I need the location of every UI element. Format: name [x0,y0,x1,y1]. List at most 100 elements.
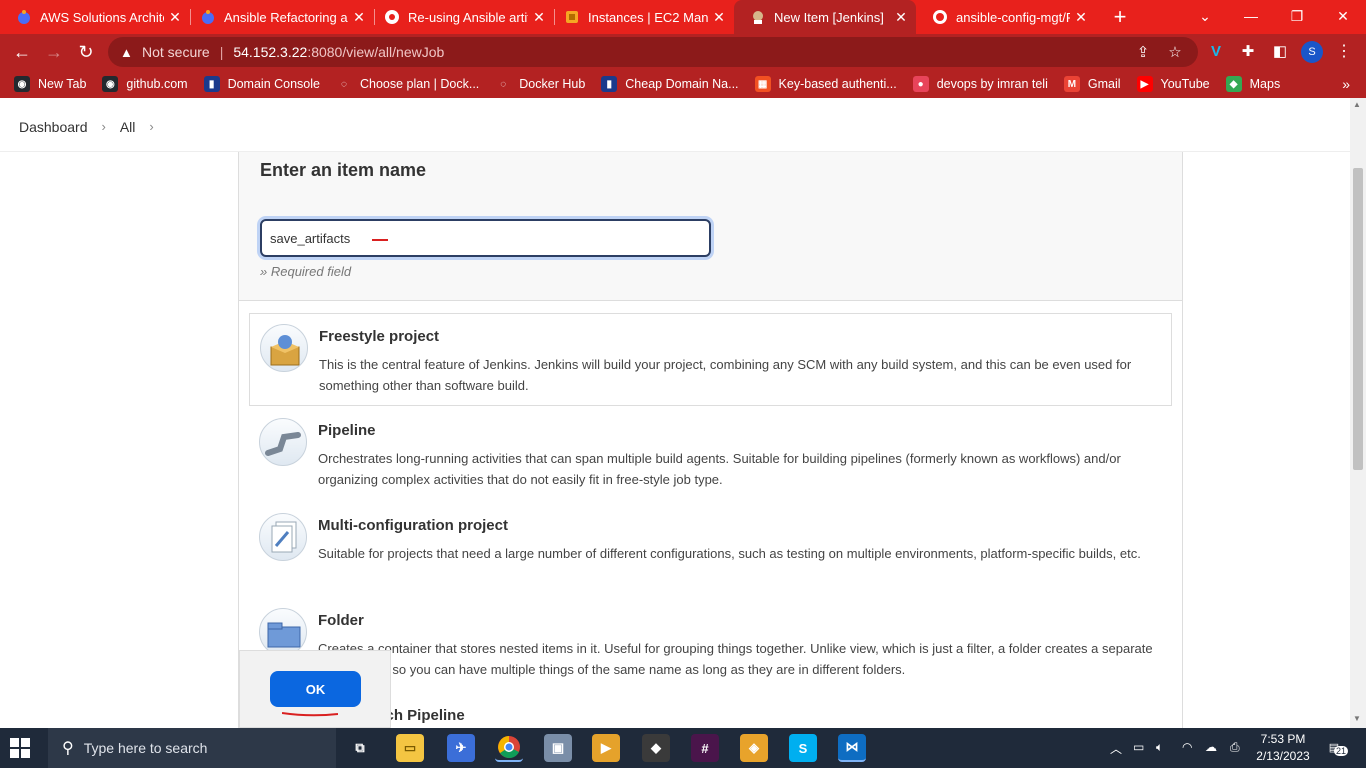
bookmark-item[interactable]: M Gmail [1063,76,1121,92]
folder-icon [259,608,307,656]
github-favicon-icon [932,9,948,25]
vimeo-extension-icon[interactable]: V [1205,41,1227,63]
bookmark-item[interactable]: ◌ Choose plan | Dock... [336,76,479,92]
app-icon[interactable]: ✈ [447,734,475,762]
bookmark-favicon-icon: ▶ [1136,76,1153,92]
item-type-multi-configuration[interactable]: Multi-configuration project Suitable for… [249,503,1172,596]
new-tab-button[interactable]: + [1108,3,1132,31]
item-type-pipeline[interactable]: Pipeline Orchestrates long-running activ… [249,408,1172,501]
scrollbar-thumb[interactable] [1353,168,1363,470]
bookmark-item[interactable]: ◌ Docker Hub [495,76,585,92]
scroll-down-arrow-icon[interactable]: ▼ [1353,714,1361,723]
bookmark-item[interactable]: ● devops by imran teli [912,76,1048,92]
bookmark-star-icon[interactable]: ☆ [1164,42,1186,64]
chrome-menu-icon[interactable]: ⋮ [1334,41,1354,63]
media-player-icon[interactable]: ▶ [592,734,620,762]
tab-new-item-jenkins[interactable]: New Item [Jenkins] ✕ [734,0,916,34]
terminal-app-icon[interactable]: ◆ [642,734,670,762]
tab-close-icon[interactable]: ✕ [528,9,550,26]
file-explorer-icon[interactable]: ▭ [396,734,424,762]
bookmark-item[interactable]: ◉ New Tab [14,76,86,92]
chevron-right-icon: › [101,119,106,134]
tab-close-icon[interactable]: ✕ [890,9,912,26]
close-window-button[interactable]: ✕ [1320,0,1366,32]
reload-button[interactable]: ↻ [72,38,100,66]
ok-button[interactable]: OK [270,671,361,707]
vscode-icon[interactable]: ⋈ [838,734,866,762]
share-icon[interactable]: ⇪ [1132,42,1154,64]
tab-close-icon[interactable]: ✕ [708,9,730,26]
tab-ec2-instances[interactable]: Instances | EC2 Manag ✕ [548,0,734,34]
breadcrumb-all[interactable]: All [120,119,136,135]
device-icon[interactable]: ⎙ [1230,740,1240,755]
page-scrollbar[interactable]: ▲ ▼ [1350,98,1366,728]
battery-icon[interactable]: ▭ [1133,740,1144,754]
wifi-icon[interactable]: ◠ [1182,740,1192,754]
back-button[interactable]: ← [8,38,36,66]
bookmarks-bar: ◉ New Tab ◉ github.com ▮ Domain Console ◌ Choos… [0,70,1366,98]
item-type-name: Folder [318,612,364,629]
bookmark-favicon-icon: ▮ [601,76,618,92]
item-name-input[interactable] [260,219,711,257]
bookmark-item[interactable]: ▶ YouTube [1136,76,1210,92]
freestyle-box-icon [260,324,308,372]
bookmark-favicon-icon: ◉ [14,76,30,92]
tab-close-icon[interactable]: ✕ [348,9,370,26]
clock-date: 2/13/2023 [1256,749,1310,763]
windows-taskbar: ⚲ Type here to search ⧉ ▭ ✈ ▣ ▶ ◆ # ◈ S … [0,728,1366,768]
tab-close-icon[interactable]: ✕ [164,9,186,26]
bookmark-label: Key-based authenti... [778,77,897,91]
extensions-puzzle-icon[interactable]: ✚ [1237,41,1259,63]
bookmark-label: Domain Console [227,77,320,91]
chrome-taskbar-icon[interactable] [495,734,523,762]
url-host: 54.152.3.22 [233,44,308,60]
item-type-name: Multi-configuration project [318,517,508,534]
tab-ansible-refactoring[interactable]: Ansible Refactoring ar ✕ [184,0,374,34]
forward-button[interactable]: → [40,38,68,66]
tray-chevron-up-icon[interactable]: ︿ [1110,740,1122,757]
taskbar-clock[interactable]: 7:53 PM 2/13/2023 [1247,731,1319,765]
scroll-up-arrow-icon[interactable]: ▲ [1353,100,1361,109]
minimize-button[interactable]: — [1228,0,1274,32]
item-type-description: Creates a container that stores nested i… [318,641,1153,677]
restore-button[interactable]: ❐ [1274,0,1320,32]
bookmark-item[interactable]: ▮ Domain Console [203,76,320,92]
tab-reusing-ansible[interactable]: Re-using Ansible artifa ✕ [368,0,554,34]
task-view-icon[interactable]: ⧉ [346,734,374,762]
tab-favicon-icon [16,9,32,25]
tab-github-ansible-config[interactable]: ansible-config-mgt/RE ✕ [916,0,1096,34]
tab-close-icon[interactable]: ✕ [1070,9,1092,26]
taskbar-search-box[interactable]: ⚲ Type here to search [48,728,336,768]
item-type-freestyle[interactable]: Freestyle project This is the central fe… [249,313,1172,406]
tab-title: ansible-config-mgt/RE [956,9,1070,25]
side-panel-icon[interactable]: ◧ [1269,41,1291,63]
bookmark-item[interactable]: ◆ Maps [1225,76,1280,92]
annotation-red-mark [372,239,388,241]
annotation-red-underline [282,712,338,717]
volume-icon[interactable]: 🔈︎ [1156,740,1163,755]
bookmark-favicon-icon: ▮ [203,76,220,92]
search-icon: ⚲ [62,740,74,757]
bookmark-item[interactable]: ▦ Key-based authenti... [754,76,897,92]
breadcrumb-dashboard[interactable]: Dashboard [19,119,88,135]
chevron-right-icon[interactable]: › [149,119,153,134]
tab-favicon-icon [384,9,400,25]
remote-desktop-icon[interactable]: ▣ [544,734,572,762]
tab-favicon-icon [200,9,216,25]
warning-triangle-icon[interactable]: ▲ [120,45,136,60]
address-bar[interactable]: ▲ Not secure | 54.152.3.22:8080/view/all… [108,37,1198,67]
security-label[interactable]: Not secure [142,44,210,60]
tab-aws-solutions[interactable]: AWS Solutions Archite ✕ [0,0,190,34]
bookmark-label: Cheap Domain Na... [625,77,739,91]
slack-icon[interactable]: # [691,734,719,762]
tab-search-chevron-icon[interactable]: ⌄ [1182,0,1228,32]
bookmark-item[interactable]: ◉ github.com [102,76,188,92]
more-bookmarks-icon[interactable]: » [1342,76,1350,92]
skype-icon[interactable]: S [789,734,817,762]
profile-avatar[interactable]: S [1301,41,1323,63]
bookmark-item[interactable]: ▮ Cheap Domain Na... [601,76,739,92]
onedrive-cloud-icon[interactable]: ☁︎ [1205,740,1217,754]
git-tool-icon[interactable]: ◈ [740,734,768,762]
item-type-description: Orchestrates long-running activities tha… [318,451,1121,487]
windows-start-icon[interactable] [10,738,30,758]
